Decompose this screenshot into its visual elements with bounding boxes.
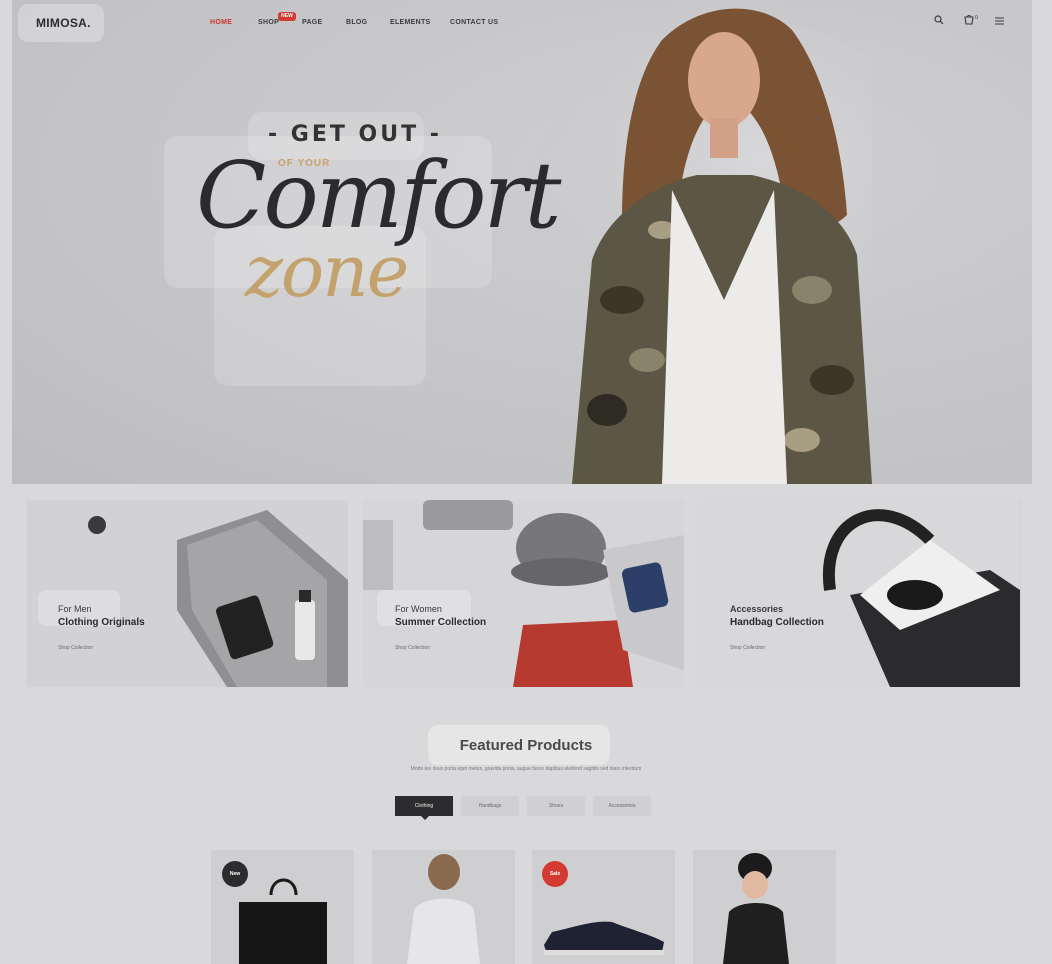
- search-icon[interactable]: [930, 14, 948, 32]
- tab-accessories[interactable]: Accessories: [593, 796, 651, 816]
- collection-title: Summer Collection: [395, 617, 487, 628]
- nav-shop[interactable]: SHOP: [258, 19, 279, 26]
- tab-shoes[interactable]: Shoes: [527, 796, 585, 816]
- nav-home[interactable]: HOME: [210, 19, 232, 26]
- collection-subtitle: Accessories: [730, 604, 784, 614]
- menu-icon[interactable]: [990, 14, 1008, 32]
- product-card[interactable]: [372, 850, 515, 964]
- tab-handbags[interactable]: Handbags: [461, 796, 519, 816]
- cart-count: 0: [975, 15, 978, 21]
- site-logo[interactable]: MIMOSA.: [36, 16, 91, 30]
- collection-subtitle: For Women: [395, 604, 442, 614]
- tab-clothing[interactable]: Clothing: [395, 796, 453, 816]
- product-badge-sale: Sale: [542, 861, 568, 887]
- product-card[interactable]: [693, 850, 836, 964]
- collection-subtitle: For Men: [58, 604, 92, 614]
- nav-contact[interactable]: CONTACT US: [450, 19, 498, 26]
- accessories-collection-image: [700, 500, 1020, 687]
- collection-link[interactable]: Shop Collection: [395, 645, 430, 651]
- collection-link[interactable]: Shop Collection: [58, 645, 93, 651]
- hero-line-zone: zone: [245, 229, 409, 313]
- product-image: [723, 853, 789, 964]
- collection-card-accessories[interactable]: [700, 500, 1021, 687]
- collection-link[interactable]: Shop Collection: [730, 645, 765, 651]
- product-image: [407, 854, 480, 964]
- nav-page[interactable]: PAGE: [302, 19, 323, 26]
- featured-title: Featured Products: [459, 737, 593, 754]
- collection-title: Handbag Collection: [730, 617, 824, 628]
- nav-blog[interactable]: BLOG: [346, 19, 367, 26]
- tab-active-indicator: [421, 816, 429, 820]
- shop-new-badge: NEW: [278, 12, 296, 21]
- hero-model-image: [522, 8, 872, 484]
- product-badge-new: New: [222, 861, 248, 887]
- nav-elements[interactable]: ELEMENTS: [390, 19, 431, 26]
- featured-description: Morbi leo risus porta eget metus, gravid…: [410, 766, 642, 772]
- collection-title: Clothing Originals: [58, 617, 145, 628]
